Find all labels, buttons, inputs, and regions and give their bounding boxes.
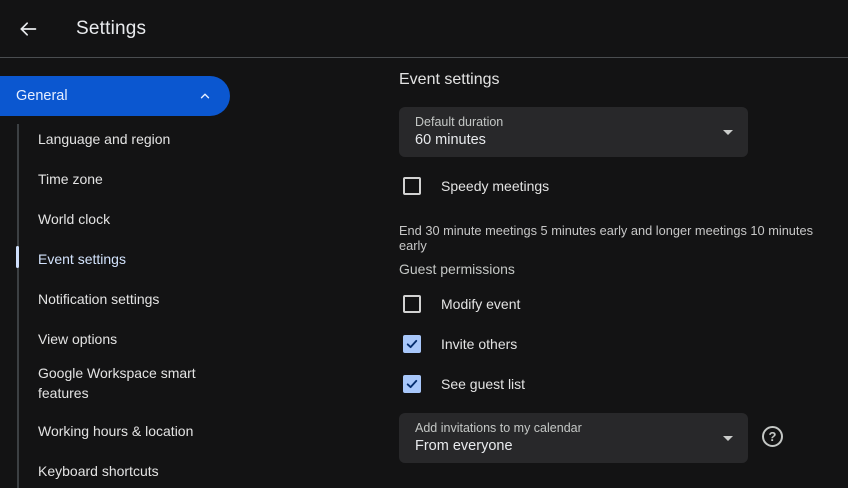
add-invitations-select[interactable]: Add invitations to my calendar From ever… — [399, 413, 748, 463]
sidebar-item-world-clock[interactable]: World clock — [38, 209, 223, 229]
chevron-up-icon — [198, 89, 212, 103]
default-duration-label: Default duration — [415, 115, 503, 129]
settings-sidebar: General Language and region Time zone Wo… — [0, 58, 370, 488]
speedy-meetings-checkbox[interactable] — [403, 177, 421, 195]
sidebar-section-label: General — [16, 88, 198, 104]
dropdown-arrow-icon — [723, 436, 733, 441]
back-button[interactable] — [12, 13, 44, 45]
page-title: Settings — [76, 0, 146, 57]
see-guest-list-label[interactable]: See guest list — [441, 376, 525, 392]
header-bar: Settings — [0, 0, 848, 58]
sidebar-item-view-options[interactable]: View options — [38, 329, 223, 349]
dropdown-arrow-icon — [723, 130, 733, 135]
active-item-indicator — [16, 246, 19, 268]
invite-others-checkbox[interactable] — [403, 335, 421, 353]
modify-event-checkbox[interactable] — [403, 295, 421, 313]
sidebar-item-notification-settings[interactable]: Notification settings — [38, 289, 223, 309]
checkmark-icon — [405, 377, 419, 391]
sidebar-section-general[interactable]: General — [0, 76, 230, 116]
checkmark-icon — [405, 337, 419, 351]
event-settings-panel: Event settings Default duration 60 minut… — [398, 58, 848, 488]
see-guest-list-checkbox[interactable] — [403, 375, 421, 393]
sidebar-tree-line — [17, 124, 19, 488]
invite-others-row: Invite others — [403, 335, 517, 353]
add-invitations-label: Add invitations to my calendar — [415, 421, 582, 435]
speedy-meetings-row: Speedy meetings — [403, 177, 549, 195]
help-icon[interactable]: ? — [762, 426, 783, 447]
guest-permissions-heading: Guest permissions — [399, 261, 515, 277]
add-invitations-value: From everyone — [415, 438, 513, 454]
sidebar-item-event-settings[interactable]: Event settings — [38, 249, 223, 269]
arrow-left-icon — [18, 19, 38, 39]
settings-page: Settings General Language and region Tim… — [0, 0, 848, 488]
default-duration-value: 60 minutes — [415, 132, 486, 148]
modify-event-label[interactable]: Modify event — [441, 296, 520, 312]
speedy-meetings-label[interactable]: Speedy meetings — [441, 178, 549, 194]
sidebar-item-language-and-region[interactable]: Language and region — [38, 129, 223, 149]
sidebar-item-time-zone[interactable]: Time zone — [38, 169, 223, 189]
invite-others-label[interactable]: Invite others — [441, 336, 517, 352]
see-guest-list-row: See guest list — [403, 375, 525, 393]
modify-event-row: Modify event — [403, 295, 520, 313]
sidebar-item-working-hours-location[interactable]: Working hours & location — [38, 421, 223, 441]
sidebar-item-keyboard-shortcuts[interactable]: Keyboard shortcuts — [38, 461, 223, 481]
sidebar-item-google-workspace-smart-features[interactable]: Google Workspace smart features — [38, 363, 223, 403]
section-heading: Event settings — [399, 71, 500, 89]
default-duration-select[interactable]: Default duration 60 minutes — [399, 107, 748, 157]
speedy-meetings-description: End 30 minute meetings 5 minutes early a… — [399, 223, 839, 253]
